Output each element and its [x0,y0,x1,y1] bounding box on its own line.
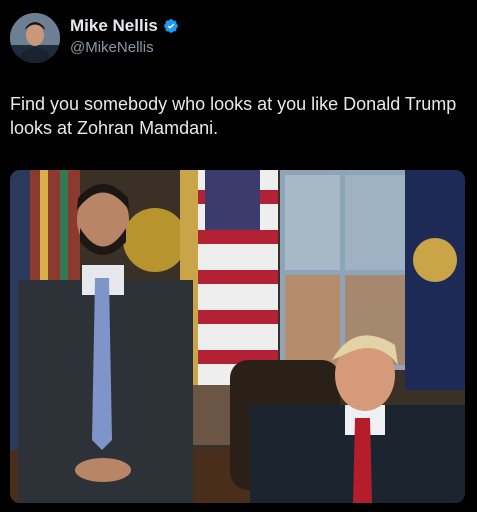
tweet-photo[interactable] [10,170,465,503]
author-name[interactable]: Mike Nellis [70,16,158,36]
tweet-header: Mike Nellis @MikeNellis [10,13,467,65]
verified-badge-icon [163,18,179,34]
avatar[interactable] [10,13,60,63]
author-handle[interactable]: @MikeNellis [70,39,154,56]
tweet-text: Find you somebody who looks at you like … [10,94,457,138]
